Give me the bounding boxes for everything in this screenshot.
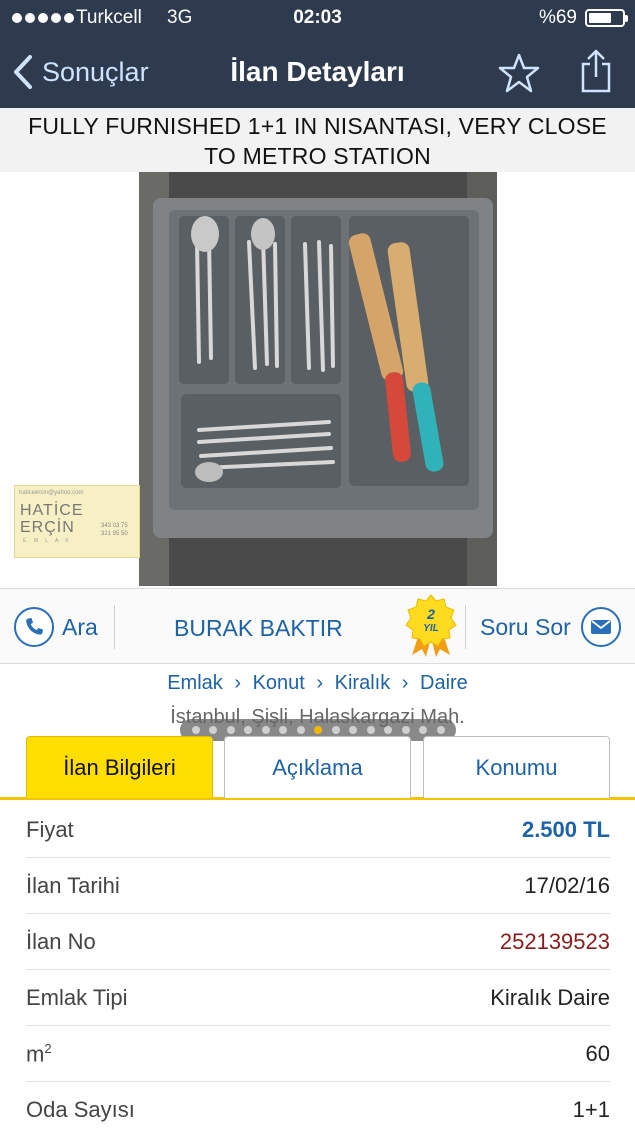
membership-years-badge: 2 YIL [400, 593, 462, 659]
chevron-left-icon [14, 55, 32, 89]
breadcrumb-item-kiralik[interactable]: Kiralık [335, 672, 391, 694]
detail-row-date: İlan Tarihi 17/02/16 [26, 858, 610, 914]
area-value: 60 [585, 1041, 610, 1066]
listing-location: İstanbul, Şişli, Halaskargazi Mah. [170, 706, 465, 728]
tab-aciklama[interactable]: Açıklama [224, 736, 411, 798]
price-value: 2.500 TL [521, 817, 610, 842]
detail-row-type: Emlak Tipi Kiralık Daire [26, 970, 610, 1026]
detail-row-rooms: Oda Sayısı 1+1 [26, 1082, 610, 1131]
breadcrumb: Emlak › Konut › Kiralık › Daire [0, 672, 635, 695]
detail-row-price: Fiyat 2.500 TL [26, 802, 610, 858]
detail-key: İlan No [26, 929, 96, 954]
back-button-label: Sonuçlar [42, 56, 149, 87]
tab-bar: İlan Bilgileri Açıklama Konumu [0, 736, 635, 800]
divider [465, 605, 466, 649]
area-unit-superscript: 2 [44, 1041, 52, 1056]
navigation-bar: Sonuçlar İlan Detayları [0, 36, 635, 108]
back-button[interactable]: Sonuçlar [12, 50, 149, 94]
badge-years-label: YIL [423, 623, 439, 634]
seller-name[interactable]: BURAK BAKTIR [174, 615, 343, 642]
call-button[interactable]: Ara [14, 607, 98, 647]
listing-photo[interactable] [139, 172, 497, 586]
listing-title: FULLY FURNISHED 1+1 IN NISANTASI, VERY C… [0, 108, 635, 172]
room-count-value: 1+1 [572, 1097, 610, 1122]
call-button-label: Ara [62, 613, 98, 640]
status-bar: Turkcell 3G 02:03 %69 [0, 0, 635, 36]
detail-key: Oda Sayısı [26, 1097, 135, 1122]
listing-title-line-2: TO METRO STATION [204, 143, 431, 169]
breadcrumb-item-konut[interactable]: Konut [253, 672, 305, 694]
area-unit: m [26, 1041, 45, 1067]
agency-phones: 343 03 75 321 95 50 [101, 523, 128, 537]
detail-row-area: m2 60 [26, 1026, 610, 1082]
listing-details-table: Fiyat 2.500 TL İlan Tarihi 17/02/16 İlan… [0, 802, 635, 1131]
share-button[interactable] [578, 48, 614, 94]
agency-logo: haticeercin@yahoo.com HATİCE ERÇİN E M L… [14, 485, 140, 558]
breadcrumb-separator: › [401, 672, 409, 694]
detail-row-id: İlan No 252139523 [26, 914, 610, 970]
battery-percent: %69 [538, 7, 577, 28]
badge-years-number: 2 [426, 606, 435, 622]
share-icon [581, 49, 611, 93]
divider [114, 605, 115, 649]
tab-konumu[interactable]: Konumu [423, 736, 610, 798]
property-type-value: Kiralık Daire [490, 985, 610, 1010]
agency-subtitle: E M L A K [23, 538, 72, 544]
agency-email: haticeercin@yahoo.com [19, 490, 84, 496]
ask-question-label: Soru Sor [480, 613, 571, 640]
listing-id-value: 252139523 [499, 929, 610, 954]
detail-key-area: m2 [26, 1041, 52, 1067]
favorite-button[interactable] [498, 52, 540, 94]
cutlery-drawer-photo [139, 172, 497, 586]
top-bar: Turkcell 3G 02:03 %69 Sonuçlar İlan Deta… [0, 0, 635, 108]
phone-icon [14, 607, 54, 647]
breadcrumb-item-daire[interactable]: Daire [420, 672, 468, 694]
detail-key: Fiyat [26, 817, 74, 842]
mail-icon [580, 607, 621, 647]
breadcrumb-item-emlak[interactable]: Emlak [167, 672, 223, 694]
breadcrumb-separator: › [234, 672, 241, 694]
agency-name-1: HATİCE [20, 502, 84, 519]
detail-key: Emlak Tipi [26, 985, 128, 1010]
breadcrumb-separator: › [316, 672, 324, 694]
tab-ilan-bilgileri[interactable]: İlan Bilgileri [26, 736, 213, 798]
ask-question-button[interactable]: Soru Sor [480, 607, 621, 647]
battery-icon [585, 9, 628, 27]
listing-title-line-1: FULLY FURNISHED 1+1 IN NISANTASI, VERY C… [28, 113, 607, 139]
listing-date-value: 17/02/16 [524, 873, 610, 898]
star-icon [498, 53, 540, 93]
detail-key: İlan Tarihi [26, 873, 120, 898]
contact-bar: Ara BURAK BAKTIR Soru Sor [0, 588, 635, 664]
agency-name-2: ERÇİN [20, 519, 75, 536]
